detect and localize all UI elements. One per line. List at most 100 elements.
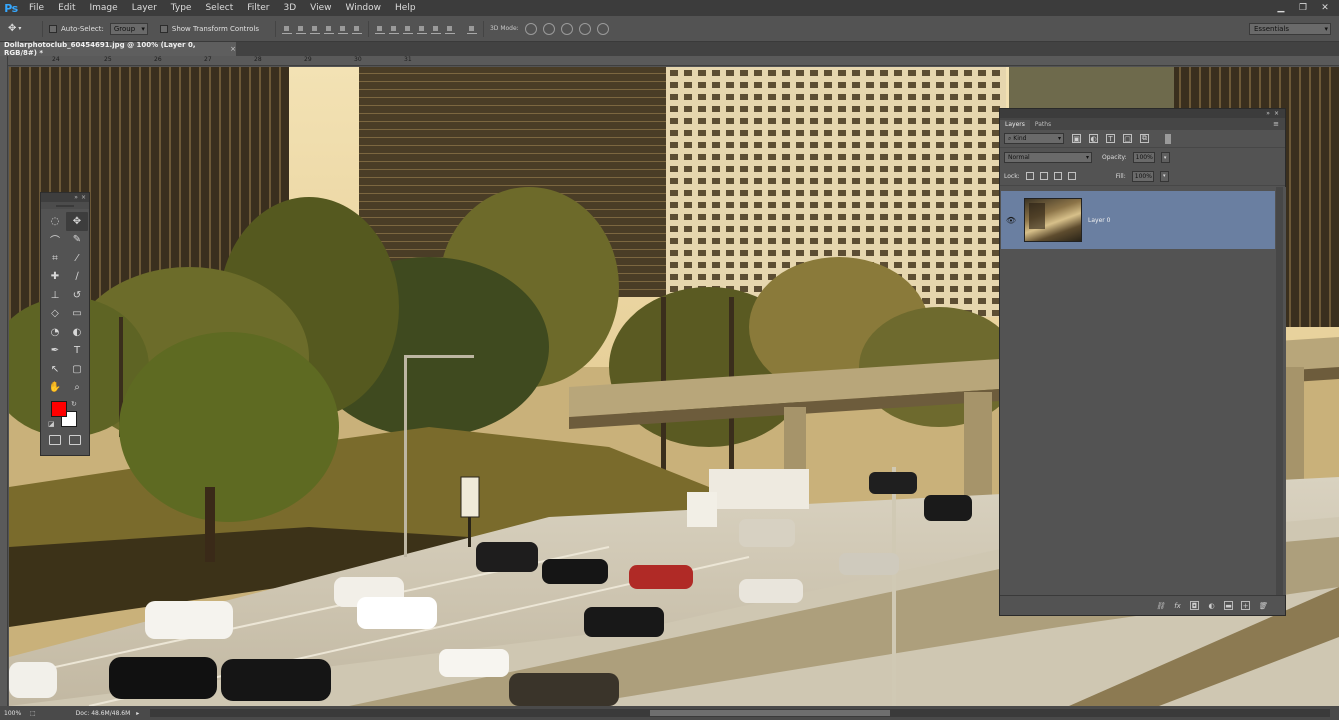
crop-tool-icon[interactable]: ⌗ — [44, 249, 66, 268]
distribute-top-icon[interactable] — [374, 24, 385, 34]
auto-select-dropdown[interactable]: Group ▾ — [109, 22, 148, 35]
menu-file[interactable]: File — [22, 0, 51, 16]
workspace-switcher[interactable]: Essentials ▾ — [1249, 23, 1331, 35]
collapse-icon[interactable]: » — [1266, 110, 1270, 117]
filter-kind-dropdown[interactable]: ⌕ Kind ▾ — [1004, 133, 1064, 144]
3d-roll-icon[interactable] — [542, 22, 555, 35]
new-layer-icon[interactable]: + — [1241, 601, 1250, 610]
align-hcenter-icon[interactable] — [337, 24, 348, 34]
smart-object-filter-icon[interactable]: ⧉ — [1140, 134, 1149, 143]
fill-slider-toggle[interactable]: ▾ — [1159, 170, 1169, 182]
gradient-tool-icon[interactable]: ▭ — [66, 305, 88, 324]
menu-filter[interactable]: Filter — [240, 0, 276, 16]
menu-layer[interactable]: Layer — [125, 0, 164, 16]
show-transform-checkbox[interactable]: Show Transform Controls — [159, 24, 259, 33]
restore-icon[interactable]: ❐ — [1293, 2, 1313, 14]
align-vcenter-icon[interactable] — [295, 24, 306, 34]
trash-icon[interactable]: 🗑 — [1258, 601, 1267, 610]
clone-stamp-icon[interactable]: ⊥ — [44, 286, 66, 305]
swap-colors-icon[interactable]: ↻ — [71, 400, 77, 408]
menu-3d[interactable]: 3D — [277, 0, 304, 16]
foreground-color-swatch[interactable] — [51, 401, 67, 417]
document-info[interactable]: Doc: 48.6M/48.6M — [36, 710, 131, 717]
distribute-left-icon[interactable] — [416, 24, 427, 34]
marquee-tool-icon[interactable]: ◌ — [44, 212, 66, 231]
screen-mode-icon[interactable] — [69, 435, 81, 445]
eyedropper-tool-icon[interactable]: ⁄ — [66, 249, 88, 268]
fill-input[interactable]: 100% — [1131, 170, 1154, 182]
horizontal-scrollbar[interactable] — [150, 709, 1330, 717]
panel-menu-icon[interactable]: ≡ — [1273, 120, 1279, 128]
history-brush-icon[interactable]: ↺ — [66, 286, 88, 305]
tab-layers[interactable]: Layers — [1000, 120, 1030, 130]
menu-type[interactable]: Type — [164, 0, 199, 16]
close-icon[interactable]: × — [81, 194, 86, 201]
adjustment-icon[interactable]: ◐ — [1207, 601, 1216, 610]
tab-paths[interactable]: Paths — [1030, 120, 1056, 130]
panel-grip[interactable] — [41, 202, 89, 209]
group-icon[interactable]: ▬ — [1224, 601, 1233, 610]
close-icon[interactable]: ✕ — [1315, 2, 1335, 14]
pen-tool-icon[interactable]: ✒ — [44, 342, 66, 361]
minimize-icon[interactable]: ▁ — [1271, 2, 1291, 14]
auto-select-check[interactable] — [49, 24, 57, 33]
blend-mode-dropdown[interactable]: Normal ▾ — [1004, 152, 1092, 163]
quick-select-tool-icon[interactable]: ✎ — [66, 231, 88, 250]
vertical-ruler[interactable] — [0, 56, 8, 706]
distribute-right-icon[interactable] — [444, 24, 455, 34]
path-select-icon[interactable]: ↖ — [44, 360, 66, 379]
filter-toggle[interactable] — [1165, 133, 1171, 144]
align-left-icon[interactable] — [323, 24, 334, 34]
menu-select[interactable]: Select — [198, 0, 240, 16]
menu-edit[interactable]: Edit — [51, 0, 82, 16]
shape-tool-icon[interactable]: ▢ — [66, 360, 88, 379]
layers-panel-topbar[interactable]: » × — [1000, 109, 1285, 118]
auto-align-icon[interactable] — [466, 24, 477, 34]
lock-position-icon[interactable] — [1053, 172, 1062, 180]
menu-window[interactable]: Window — [339, 0, 389, 16]
tool-preset-picker[interactable]: ✥ ▾ — [8, 21, 36, 37]
opacity-slider-toggle[interactable]: ▾ — [1160, 152, 1170, 163]
3d-slide-icon[interactable] — [578, 22, 591, 35]
status-arrow-icon[interactable]: ▸ — [136, 710, 139, 717]
layer-row[interactable]: 👁 Layer 0 — [1001, 191, 1275, 249]
auto-select-checkbox[interactable]: Auto-Select: — [49, 24, 104, 33]
blur-tool-icon[interactable]: ◔ — [44, 323, 66, 342]
tools-panel-header[interactable]: » × — [41, 193, 89, 202]
distribute-vcenter-icon[interactable] — [388, 24, 399, 34]
link-icon[interactable]: ⛓ — [1156, 601, 1165, 610]
layers-scrollbar[interactable] — [1276, 187, 1283, 595]
menu-image[interactable]: Image — [83, 0, 125, 16]
quick-mask-icon[interactable] — [49, 435, 61, 445]
zoom-tool-icon[interactable]: ⌕ — [66, 379, 88, 398]
align-bottom-icon[interactable] — [309, 24, 320, 34]
dodge-tool-icon[interactable]: ◐ — [66, 323, 88, 342]
hand-tool-icon[interactable]: ✋ — [44, 379, 66, 398]
menu-view[interactable]: View — [303, 0, 338, 16]
scrollbar-thumb[interactable] — [650, 710, 890, 716]
distribute-bottom-icon[interactable] — [402, 24, 413, 34]
lock-image-icon[interactable] — [1039, 172, 1048, 180]
healing-brush-icon[interactable]: ✚ — [44, 268, 66, 287]
3d-pan-icon[interactable] — [560, 22, 573, 35]
horizontal-ruler[interactable]: 24 25 26 27 28 29 30 31 — [8, 56, 1339, 66]
document-tab[interactable]: Dollarphotoclub_60454691.jpg @ 100% (Lay… — [0, 41, 236, 57]
align-top-icon[interactable] — [281, 24, 292, 34]
lock-all-icon[interactable] — [1067, 172, 1076, 180]
collapse-icon[interactable]: » — [74, 194, 78, 201]
align-right-icon[interactable] — [351, 24, 362, 34]
type-filter-icon[interactable]: T — [1106, 134, 1115, 143]
mask-icon[interactable]: ◘ — [1190, 601, 1199, 610]
default-colors-icon[interactable]: ◪ — [48, 420, 55, 428]
3d-rotate-icon[interactable] — [524, 22, 537, 35]
lock-transparent-icon[interactable] — [1025, 172, 1034, 180]
move-tool-icon[interactable]: ✥ — [66, 212, 88, 231]
distribute-hcenter-icon[interactable] — [430, 24, 441, 34]
close-icon[interactable]: × — [1274, 110, 1279, 117]
menu-help[interactable]: Help — [388, 0, 423, 16]
zoom-level[interactable]: 100% — [0, 710, 30, 717]
eraser-tool-icon[interactable]: ◇ — [44, 305, 66, 324]
show-transform-check[interactable] — [159, 24, 168, 33]
brush-tool-icon[interactable]: ∕ — [66, 268, 88, 287]
lasso-tool-icon[interactable]: ⌒ — [44, 231, 66, 250]
